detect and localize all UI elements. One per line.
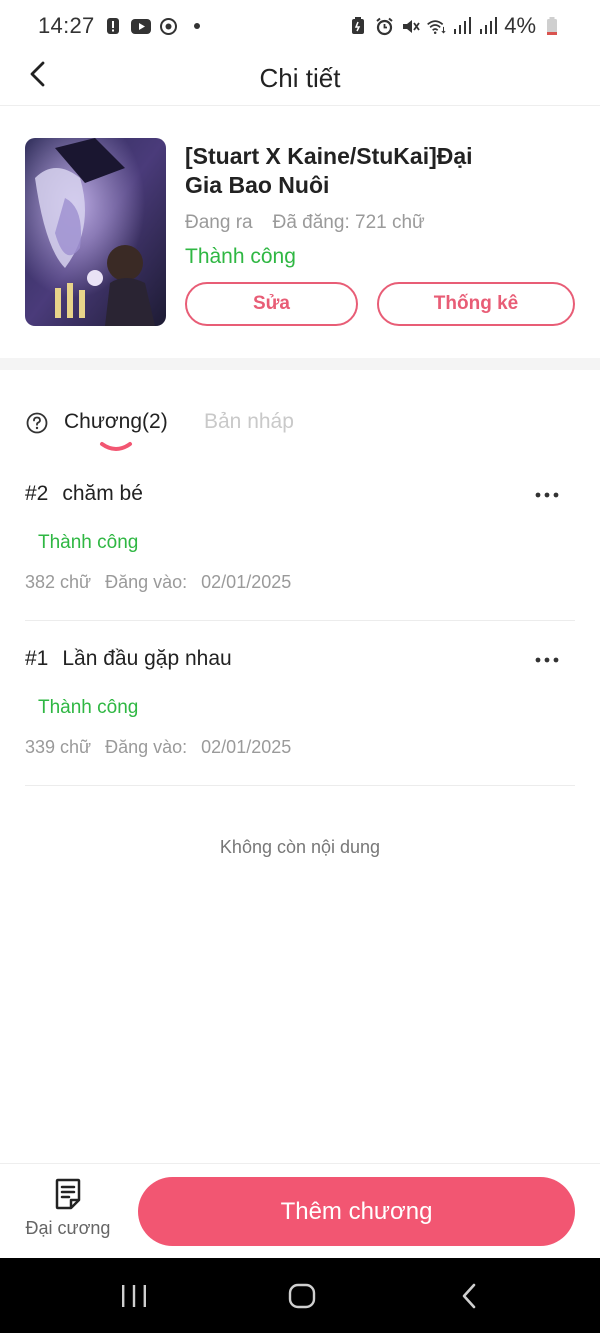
dot-icon xyxy=(187,16,207,36)
chapter-more-button[interactable] xyxy=(529,645,565,675)
alert-icon xyxy=(103,16,123,36)
edit-button[interactable]: Sửa xyxy=(185,282,358,326)
recents-icon xyxy=(122,1285,146,1307)
chapter-date-label: Đăng vào: xyxy=(105,572,188,592)
chapter-date: 02/01/2025 xyxy=(201,572,292,592)
chapter-word-count: 339 chữ xyxy=(25,737,92,757)
system-nav-bar xyxy=(0,1258,600,1333)
back-arrow-icon xyxy=(462,1283,476,1309)
outline-label: Đại cương xyxy=(25,1218,111,1238)
outline-button[interactable]: Đại cương xyxy=(18,1178,118,1248)
section-divider xyxy=(0,358,600,370)
system-back-button[interactable] xyxy=(450,1280,490,1312)
recents-button[interactable] xyxy=(114,1280,154,1312)
book-review-status: Thành công xyxy=(185,245,296,268)
chapter-list-item[interactable]: #1 Lần đầu gặp nhau Thành công 339 chữ Đ… xyxy=(25,621,575,786)
bottom-action-bar: Đại cương Thêm chương xyxy=(0,1163,600,1258)
book-cover-image[interactable] xyxy=(25,138,166,326)
status-time: 14:27 xyxy=(38,13,95,38)
document-lines-icon xyxy=(55,1178,81,1210)
battery-saver-icon xyxy=(348,16,368,36)
tab-chapters[interactable]: Chương(2) xyxy=(64,410,168,434)
chapter-heading: #2 chăm bé xyxy=(25,482,143,506)
sync-icon xyxy=(159,16,179,36)
chapter-heading: #1 Lần đầu gặp nhau xyxy=(25,647,232,671)
chapter-title: Lần đầu gặp nhau xyxy=(62,647,232,670)
chapter-date-label: Đăng vào: xyxy=(105,737,188,757)
chapter-more-button[interactable] xyxy=(529,480,565,510)
chevron-left-icon xyxy=(30,61,45,87)
chapter-number: #1 xyxy=(25,647,49,670)
back-button[interactable] xyxy=(20,56,56,92)
tab-drafts[interactable]: Bản nháp xyxy=(204,410,294,434)
active-tab-indicator xyxy=(99,440,133,454)
chapter-status: Thành công xyxy=(38,532,139,553)
chapter-title: chăm bé xyxy=(62,482,143,505)
question-circle-icon[interactable] xyxy=(26,412,48,434)
chapter-meta: 339 chữ Đăng vào: 02/01/2025 xyxy=(25,737,291,758)
list-end-text: Không còn nội dung xyxy=(219,837,381,857)
chapter-meta: 382 chữ Đăng vào: 02/01/2025 xyxy=(25,572,291,593)
signal-icon-2 xyxy=(478,16,498,36)
book-title: [Stuart X Kaine/StuKai]Đại Gia Bao Nuôi xyxy=(185,143,473,198)
page-title: Chi tiết xyxy=(259,63,341,93)
app-header: Chi tiết xyxy=(0,52,600,106)
add-chapter-button[interactable]: Thêm chương xyxy=(138,1177,575,1246)
book-info-card: [Stuart X Kaine/StuKai]Đại Gia Bao Nuôi … xyxy=(0,106,600,358)
alarm-icon xyxy=(374,16,394,36)
book-meta: Đang ra Đã đăng: 721 chữ xyxy=(185,212,425,234)
chapter-word-count: 382 chữ xyxy=(25,572,92,592)
more-horizontal-icon xyxy=(535,657,559,663)
battery-icon xyxy=(542,16,562,36)
youtube-icon xyxy=(130,16,151,36)
battery-percent: 4% xyxy=(504,13,536,38)
stats-button[interactable]: Thống kê xyxy=(377,282,575,326)
book-state: Đang ra xyxy=(185,212,253,233)
chapter-tabs: Chương(2) Bản nháp xyxy=(0,400,600,460)
book-word-count: Đã đăng: 721 chữ xyxy=(272,212,425,233)
home-icon xyxy=(288,1283,316,1309)
chapter-status: Thành công xyxy=(38,697,139,718)
home-button[interactable] xyxy=(282,1280,322,1312)
signal-icon xyxy=(452,16,472,36)
status-bar: 14:27 4% xyxy=(0,0,600,52)
chapter-date: 02/01/2025 xyxy=(201,737,292,757)
wifi-icon xyxy=(426,16,446,36)
more-horizontal-icon xyxy=(535,492,559,498)
chapter-number: #2 xyxy=(25,482,49,505)
mute-icon xyxy=(400,16,420,36)
chapter-list-item[interactable]: #2 chăm bé Thành công 382 chữ Đăng vào: … xyxy=(25,456,575,621)
